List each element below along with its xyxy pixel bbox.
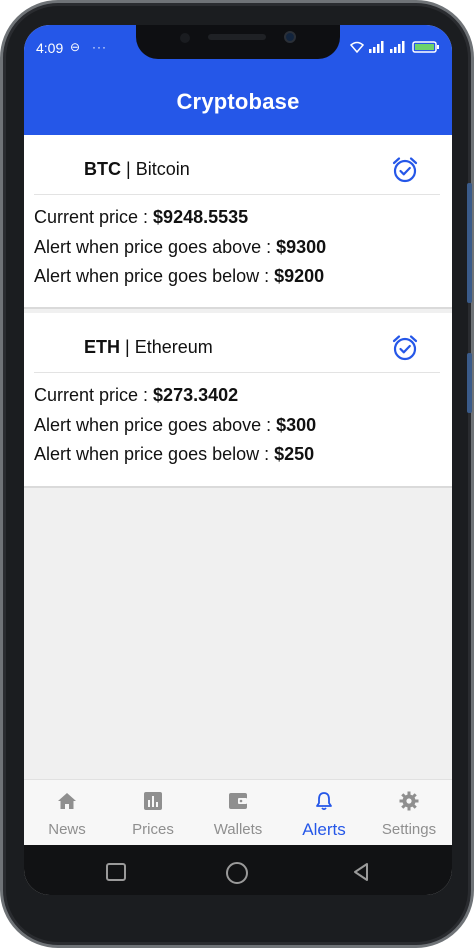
power-button — [467, 353, 472, 413]
coin-separator: | — [120, 337, 135, 357]
alert-below-row: Alert when price goes below : $9200 — [34, 266, 324, 287]
current-price-label: Current price : — [34, 385, 154, 405]
alert-above-row: Alert when price goes above : $9300 — [34, 237, 326, 258]
gear-icon — [399, 791, 419, 811]
front-camera — [284, 31, 296, 43]
tab-news[interactable]: News — [24, 780, 110, 846]
alert-below-value: $9200 — [274, 266, 325, 286]
alert-below-label: Alert when price goes below : — [34, 266, 275, 286]
tab-label: Wallets — [213, 821, 263, 838]
alert-below-row: Alert when price goes below : $250 — [34, 444, 314, 465]
alert-above-label: Alert when price goes above : — [34, 237, 277, 257]
tab-label: Settings — [381, 821, 437, 838]
tab-settings[interactable]: Settings — [366, 780, 452, 846]
alarm-clock-icon[interactable] — [391, 156, 419, 184]
more-dots-icon: ··· — [92, 40, 107, 54]
alarm-clock-icon[interactable] — [391, 334, 419, 362]
signal-icon — [369, 41, 384, 53]
alert-card-eth[interactable]: ETH | Ethereum Current price : $273.3402… — [24, 313, 452, 488]
coin-symbol: ETH — [84, 337, 120, 357]
status-bar: 4:09 ⊖ ··· — [24, 25, 452, 69]
home-button[interactable] — [226, 862, 248, 884]
alert-above-label: Alert when price goes above : — [34, 415, 277, 435]
chart-icon — [144, 792, 162, 810]
tab-wallets[interactable]: Wallets — [195, 780, 281, 846]
current-price-value: $9248.5535 — [153, 207, 249, 227]
current-price-row: Current price : $9248.5535 — [34, 207, 248, 228]
speaker — [208, 34, 266, 40]
screen: 4:09 ⊖ ··· Cryptobase BTC | Bitcoin Curr… — [24, 25, 452, 895]
alert-below-label: Alert when price goes below : — [34, 444, 275, 464]
tab-label: Prices — [132, 821, 174, 838]
volume-button — [467, 183, 472, 303]
recents-button[interactable] — [106, 863, 126, 881]
alert-card-header: ETH | Ethereum — [34, 313, 440, 373]
alert-card-btc[interactable]: BTC | Bitcoin Current price : $9248.5535… — [24, 135, 452, 309]
alert-below-value: $250 — [274, 444, 315, 464]
signal-icon — [390, 41, 405, 53]
back-button[interactable] — [350, 861, 372, 883]
bottom-tab-bar: News Prices Wallets Alerts Settings — [24, 779, 452, 845]
battery-icon — [412, 41, 439, 53]
home-icon — [58, 793, 76, 809]
alert-above-row: Alert when price goes above : $300 — [34, 415, 316, 436]
tab-prices[interactable]: Prices — [110, 780, 196, 846]
phone-frame: 4:09 ⊖ ··· Cryptobase BTC | Bitcoin Curr… — [0, 0, 474, 948]
tab-label: News — [48, 821, 86, 838]
alerts-list: BTC | Bitcoin Current price : $9248.5535… — [24, 135, 452, 779]
system-nav-bar — [24, 845, 452, 895]
tab-alerts[interactable]: Alerts — [281, 780, 367, 846]
coin-title: ETH | Ethereum — [84, 337, 213, 358]
coin-separator: | — [121, 159, 136, 179]
alert-above-value: $9300 — [276, 237, 327, 257]
current-price-value: $273.3402 — [153, 385, 239, 405]
notification-icon: ⊖ — [70, 40, 81, 54]
notch — [136, 25, 340, 59]
sensor — [180, 33, 190, 43]
coin-title: BTC | Bitcoin — [84, 159, 190, 180]
wifi-icon — [350, 41, 364, 53]
current-price-label: Current price : — [34, 207, 154, 227]
alert-card-header: BTC | Bitcoin — [34, 135, 440, 195]
alert-above-value: $300 — [276, 415, 317, 435]
wallet-icon — [229, 793, 247, 809]
status-time: 4:09 — [36, 40, 64, 56]
coin-name: Ethereum — [134, 337, 213, 357]
current-price-row: Current price : $273.3402 — [34, 385, 238, 406]
coin-name: Bitcoin — [135, 159, 190, 179]
tab-label: Alerts — [302, 820, 346, 839]
app-header: Cryptobase — [24, 69, 452, 135]
page-title: Cryptobase — [176, 89, 300, 114]
coin-symbol: BTC — [84, 159, 121, 179]
bell-icon — [316, 792, 332, 811]
